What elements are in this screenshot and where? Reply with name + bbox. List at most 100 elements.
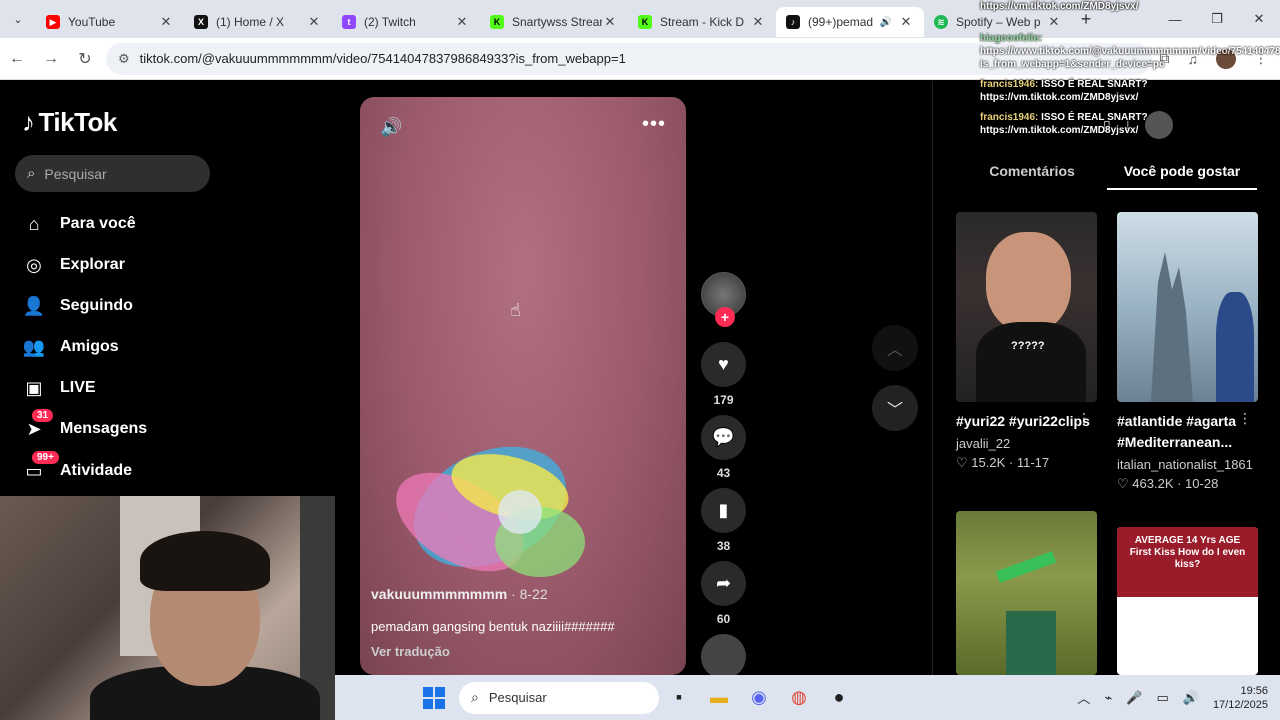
chat-user: francis1946: [980,79,1039,90]
mouse-cursor-icon: ☝ [510,300,521,320]
video-thumbnail[interactable]: ????? [956,212,1097,402]
browser-tab[interactable]: K Snartywss Strear ✕ [480,7,628,37]
close-tab-icon[interactable]: ✕ [158,14,174,30]
browser-tab-active[interactable]: ♪ (99+)pemad 🔊 ✕ [776,7,924,37]
sidebar-item-amigos[interactable]: 👥 Amigos [22,335,119,359]
close-tab-icon[interactable]: ✕ [602,14,618,30]
card-tags: #atlantide #agarta #Mediterranean... [1117,413,1237,450]
tiktok-note-icon: ♪ [22,107,35,137]
close-tab-icon[interactable]: ✕ [898,14,914,30]
card-author[interactable]: italian_nationalist_1861 [1117,457,1258,472]
close-tab-icon[interactable]: ✕ [454,14,470,30]
close-tab-icon[interactable]: ✕ [306,14,322,30]
browser-tab[interactable]: ▶ YouTube ✕ [36,7,184,37]
right-panel-tabs: Comentários Você pode gostar [957,159,1257,190]
tray-overflow-icon[interactable]: ︿ [1077,688,1090,707]
card-more-icon[interactable]: ⋮ [1077,410,1091,427]
system-clock[interactable]: 19:56 17/12/2025 [1213,684,1268,712]
task-view-icon[interactable]: ▪ [659,678,699,718]
recommended-video-card[interactable]: ????? #yuri22 #yuri22clips javalii_22 ♡ … [956,212,1097,471]
comment-action[interactable]: 💬 43 [701,415,746,480]
card-date: 10-28 [1185,476,1219,491]
reload-icon[interactable]: ↻ [68,49,102,69]
sidebar-item-mensagens[interactable]: ➤ 31 Mensagens [22,409,147,441]
chrome-icon[interactable]: ◍ [779,678,819,718]
card-stats: ♡ 463.2K · 10-28 [1117,476,1219,491]
card-stats: ♡ 15.2K · 11-17 [956,455,1050,470]
thumb-object [995,551,1057,583]
save-count: 38 [716,539,731,553]
network-icon[interactable]: ⌁ [1104,690,1112,706]
obs-icon[interactable]: ● [819,678,859,718]
tiktok-logo[interactable]: ♪ TikTok [22,107,117,138]
volume-tray-icon[interactable]: 🔊 [1183,690,1199,706]
author-name[interactable]: vakuuummmmmmm [371,586,507,602]
video-author[interactable]: vakuuummmmmmm · 8-22 [371,586,548,602]
translate-link[interactable]: Ver tradução [371,644,450,659]
card-more-icon[interactable]: ⋮ [1238,410,1252,427]
next-video-button[interactable]: ﹀ [872,385,918,431]
sidebar-item-explorar[interactable]: ◎ Explorar [22,253,125,277]
file-explorer-icon[interactable]: ▬ [699,678,739,718]
follow-plus-icon[interactable]: + [715,307,735,327]
like-action[interactable]: ♥ 179 [701,342,746,407]
share-action[interactable]: ➦ 60 [701,561,746,626]
recommended-video-card[interactable]: AVERAGE 14 Yrs AGE First Kiss How do I e… [1117,527,1258,675]
tab-title: Snartywss Strear [512,15,602,29]
kick-icon: K [638,15,652,29]
sidebar-item-seguindo[interactable]: 👤 Seguindo [22,294,133,318]
home-icon: ⌂ [28,213,40,234]
sidebar-item-para-voce[interactable]: ⌂ Para você [22,212,136,236]
tab-comentarios[interactable]: Comentários [957,159,1107,190]
tiktok-sidebar: ♪ TikTok ⌕ Pesquisar ⌂ Para você ◎ Explo… [0,81,335,496]
search-input[interactable]: ⌕ Pesquisar [15,155,210,192]
chevron-down-icon: ﹀ [886,402,903,419]
thumb-shirt [976,322,1086,402]
sidebar-item-atividade[interactable]: ▭ 99+ Atividade [22,451,132,483]
recommended-video-card[interactable]: #atlantide #agarta #Mediterranean... ita… [1117,212,1258,492]
video-caption: pemadam gangsing bentuk naziiii####### [371,619,615,634]
video-thumbnail[interactable]: AVERAGE 14 Yrs AGE First Kiss How do I e… [1117,527,1258,675]
creator-avatar[interactable]: + [701,272,746,327]
activity-badge: 99+ [32,451,59,464]
music-disc-icon[interactable] [701,634,746,679]
browser-tab[interactable]: K Stream - Kick D ✕ [628,7,776,37]
discord-icon[interactable]: ◉ [739,678,779,718]
speaker-icon[interactable]: 🔊 [880,17,892,28]
browser-tab[interactable]: t (2) Twitch ✕ [332,7,480,37]
spinning-top-toy [396,446,585,577]
volume-icon[interactable]: 🔊 [380,117,402,138]
close-tab-icon[interactable]: ✕ [750,14,766,30]
chat-line: francis1946: ISSO É REAL SNART? https://… [980,111,1280,137]
live-icon: ▣ [25,377,43,398]
bookmark-icon[interactable]: ▮ [701,488,746,533]
tab-search-chevron-icon[interactable]: ⌄ [0,0,36,38]
heart-icon[interactable]: ♥ [701,342,746,387]
video-date: · 8-22 [511,586,548,602]
taskbar-search-placeholder: Pesquisar [488,690,547,705]
back-icon[interactable]: ← [0,50,34,68]
microphone-icon[interactable]: 🎤 [1126,690,1142,706]
browser-tab[interactable]: X (1) Home / X ✕ [184,7,332,37]
more-options-icon[interactable]: ••• [642,113,666,136]
taskbar-search-input[interactable]: ⌕ Pesquisar [459,681,659,714]
site-info-icon[interactable]: ⚙ [118,51,130,67]
share-icon[interactable]: ➦ [701,561,746,606]
spotify-icon: ≋ [934,15,948,29]
sound-disc[interactable] [701,634,746,679]
card-author[interactable]: javalii_22 [956,436,1097,451]
forward-icon[interactable]: → [34,50,68,68]
sidebar-item-label: Seguindo [60,297,133,314]
display-icon[interactable]: ▭ [1156,690,1168,706]
recommended-video-card[interactable] [956,511,1097,675]
video-thumbnail[interactable] [956,511,1097,675]
video-player[interactable]: 🔊 ••• vakuuummmmmmm · 8-22 pemadam gangs… [360,97,686,675]
comment-icon[interactable]: 💬 [701,415,746,460]
system-tray: ︿ ⌁ 🎤 ▭ 🔊 19:56 17/12/2025 [1077,675,1268,720]
sidebar-item-live[interactable]: ▣ LIVE [22,376,95,400]
previous-video-button[interactable]: ︿ [872,325,918,371]
video-thumbnail[interactable] [1117,212,1258,402]
save-action[interactable]: ▮ 38 [701,488,746,553]
tab-voce-pode-gostar[interactable]: Você pode gostar [1107,159,1257,190]
windows-start-icon[interactable] [423,686,445,709]
